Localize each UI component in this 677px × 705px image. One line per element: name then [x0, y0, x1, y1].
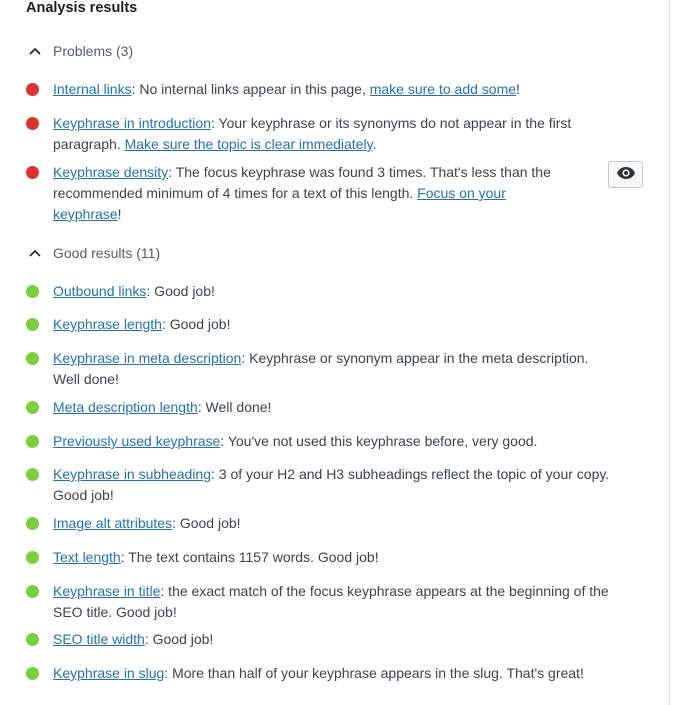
eye-icon	[616, 166, 636, 183]
good-bullet-icon	[26, 401, 39, 414]
problem-text: Keyphrase density: The focus keyphrase w…	[53, 164, 551, 222]
good-result-link[interactable]: Previously used keyphrase	[53, 433, 220, 449]
analysis-results-panel: Analysis results Problems (3) Internal l…	[0, 0, 670, 705]
good-result-link[interactable]: Text length	[53, 549, 121, 565]
problem-link[interactable]: Keyphrase density	[53, 164, 168, 180]
problem-item: Keyphrase in introduction: Your keyphras…	[26, 113, 616, 155]
good-result-item: Keyphrase in title: the exact match of t…	[26, 581, 616, 623]
good-result-link[interactable]: Image alt attributes	[53, 515, 172, 531]
good-bullet-icon	[26, 435, 39, 448]
good-bullet-icon	[26, 633, 39, 646]
good-result-item: Meta description length: Well done!	[26, 397, 616, 418]
good-result-link[interactable]: Outbound links	[53, 283, 146, 299]
problem-text: Internal links: No internal links appear…	[53, 81, 520, 97]
good-result-link[interactable]: Meta description length	[53, 399, 198, 415]
problem-link[interactable]: Internal links	[53, 81, 132, 97]
good-result-link[interactable]: SEO title width	[53, 631, 145, 647]
good-result-item: Keyphrase in slug: More than half of you…	[26, 663, 616, 684]
problem-fix-link[interactable]: make sure to add some	[370, 81, 516, 97]
problem-bullet-icon	[26, 166, 39, 179]
chevron-up-icon	[26, 42, 44, 60]
good-bullet-icon	[26, 468, 39, 481]
good-result-item: Previously used keyphrase: You've not us…	[26, 431, 616, 452]
good-bullet-icon	[26, 667, 39, 680]
good-result-item: Text length: The text contains 1157 word…	[26, 547, 616, 568]
problem-text: Keyphrase in introduction: Your keyphras…	[53, 115, 572, 152]
problems-header-label: Problems (3)	[53, 43, 134, 59]
panel-title: Analysis results	[26, 0, 138, 16]
good-bullet-icon	[26, 285, 39, 298]
good-result-item: Image alt attributes: Good job!	[26, 513, 616, 534]
good-result-link[interactable]: Keyphrase in subheading	[53, 466, 211, 482]
problem-link[interactable]: Keyphrase in introduction	[53, 115, 211, 131]
problem-bullet-icon	[26, 83, 39, 96]
good-result-link[interactable]: Keyphrase length	[53, 316, 162, 332]
good-bullet-icon	[26, 352, 39, 365]
good-bullet-icon	[26, 318, 39, 331]
problem-item: Internal links: No internal links appear…	[26, 79, 616, 100]
problem-bullet-icon	[26, 117, 39, 130]
good-result-item: Keyphrase in meta description: Keyphrase…	[26, 348, 616, 390]
good-result-item: Keyphrase length: Good job!	[26, 314, 616, 335]
problem-item: Keyphrase density: The focus keyphrase w…	[26, 162, 566, 225]
good-bullet-icon	[26, 517, 39, 530]
good-result-item: SEO title width: Good job!	[26, 629, 616, 650]
good-result-item: Outbound links: Good job!	[26, 281, 616, 302]
good-result-link[interactable]: Keyphrase in slug	[53, 665, 164, 681]
good-bullet-icon	[26, 585, 39, 598]
good-results-header-label: Good results (11)	[53, 245, 161, 261]
problem-fix-link[interactable]: Make sure the topic is clear immediately	[125, 136, 373, 152]
highlight-keyphrase-button[interactable]	[608, 161, 643, 188]
good-bullet-icon	[26, 551, 39, 564]
good-result-item: Keyphrase in subheading: 3 of your H2 an…	[26, 464, 616, 506]
good-result-link[interactable]: Keyphrase in title	[53, 583, 160, 599]
good-result-link[interactable]: Keyphrase in meta description	[53, 350, 241, 366]
chevron-up-icon	[26, 244, 44, 262]
problems-toggle[interactable]: Problems (3)	[26, 41, 133, 61]
good-results-toggle[interactable]: Good results (11)	[26, 243, 160, 263]
